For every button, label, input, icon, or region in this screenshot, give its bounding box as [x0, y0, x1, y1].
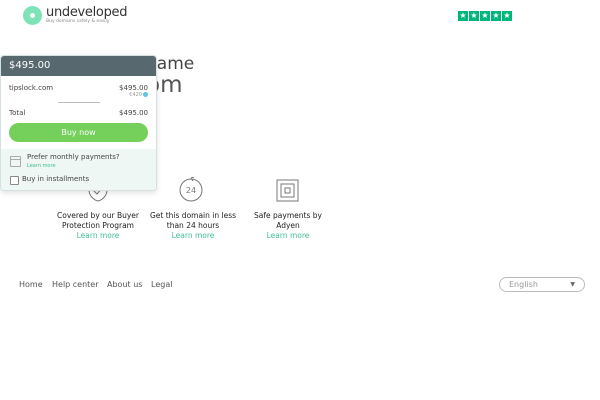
vault-icon: [276, 179, 299, 202]
eur-price: €420: [129, 92, 148, 98]
feature-line1: Get this domain in less: [149, 211, 237, 220]
installments-checkbox[interactable]: [10, 176, 19, 185]
card-price-header: $495.00: [1, 56, 156, 76]
logo[interactable]: undeveloped Buy domains safely & easily: [23, 6, 127, 25]
calendar-icon: [10, 156, 21, 167]
feature-line1: Safe payments by: [254, 211, 322, 220]
monthly-question: Prefer monthly payments?: [27, 153, 120, 161]
divider: [58, 102, 100, 103]
purchase-card: $495.00 tipslock.com $495.00 €420 Total …: [0, 55, 157, 191]
learn-more-link[interactable]: Learn more: [238, 231, 338, 241]
feature-line2: Adyen: [276, 221, 300, 230]
logo-name: undeveloped: [46, 5, 128, 21]
star-icon: ★: [480, 11, 490, 21]
total-value: $495.00: [119, 109, 148, 117]
monthly-payments-box: Prefer monthly payments? Learn more Buy …: [1, 149, 156, 190]
learn-more-link[interactable]: Learn more: [48, 231, 148, 241]
logo-tagline: Buy domains safely & easily: [46, 19, 110, 25]
logo-icon: [23, 6, 42, 25]
buy-now-button[interactable]: Buy now: [9, 123, 148, 142]
star-icon: ★: [491, 11, 501, 21]
star-icon: ★: [502, 11, 512, 21]
feature-fast-transfer: Get this domain in less than 24 hours Le…: [143, 211, 243, 241]
language-select[interactable]: English ▼: [499, 277, 585, 292]
learn-more-link[interactable]: Learn more: [143, 231, 243, 241]
trustpilot-rating[interactable]: ★ ★ ★ ★ ★: [458, 11, 512, 21]
feature-line1: Covered by our Buyer: [57, 211, 139, 220]
feature-buyer-protection: Covered by our Buyer Protection Program …: [48, 211, 148, 241]
feature-line2: Protection Program: [62, 221, 134, 230]
feature-safe-payments: Safe payments by Adyen Learn more: [238, 211, 338, 241]
footer-link-about-us[interactable]: About us: [107, 280, 142, 289]
star-icon: ★: [469, 11, 479, 21]
domain-price: $495.00: [119, 84, 148, 92]
language-value: English: [509, 280, 538, 289]
total-label: Total: [9, 109, 26, 117]
installments-label[interactable]: Buy in installments: [22, 175, 89, 183]
info-icon[interactable]: [143, 92, 148, 97]
eur-price-value: €420: [129, 92, 142, 98]
footer-link-home[interactable]: Home: [19, 280, 43, 289]
feature-line2: than 24 hours: [166, 221, 220, 230]
chevron-down-icon: ▼: [570, 281, 575, 288]
star-icon: ★: [458, 11, 468, 21]
footer-link-legal[interactable]: Legal: [151, 280, 172, 289]
domain-name: tipslock.com: [9, 84, 54, 92]
clock-24h-icon: 24: [179, 177, 203, 202]
svg-text:24: 24: [186, 186, 196, 195]
monthly-learn-more-link[interactable]: Learn more: [27, 163, 56, 169]
footer-link-help-center[interactable]: Help center: [52, 280, 99, 289]
